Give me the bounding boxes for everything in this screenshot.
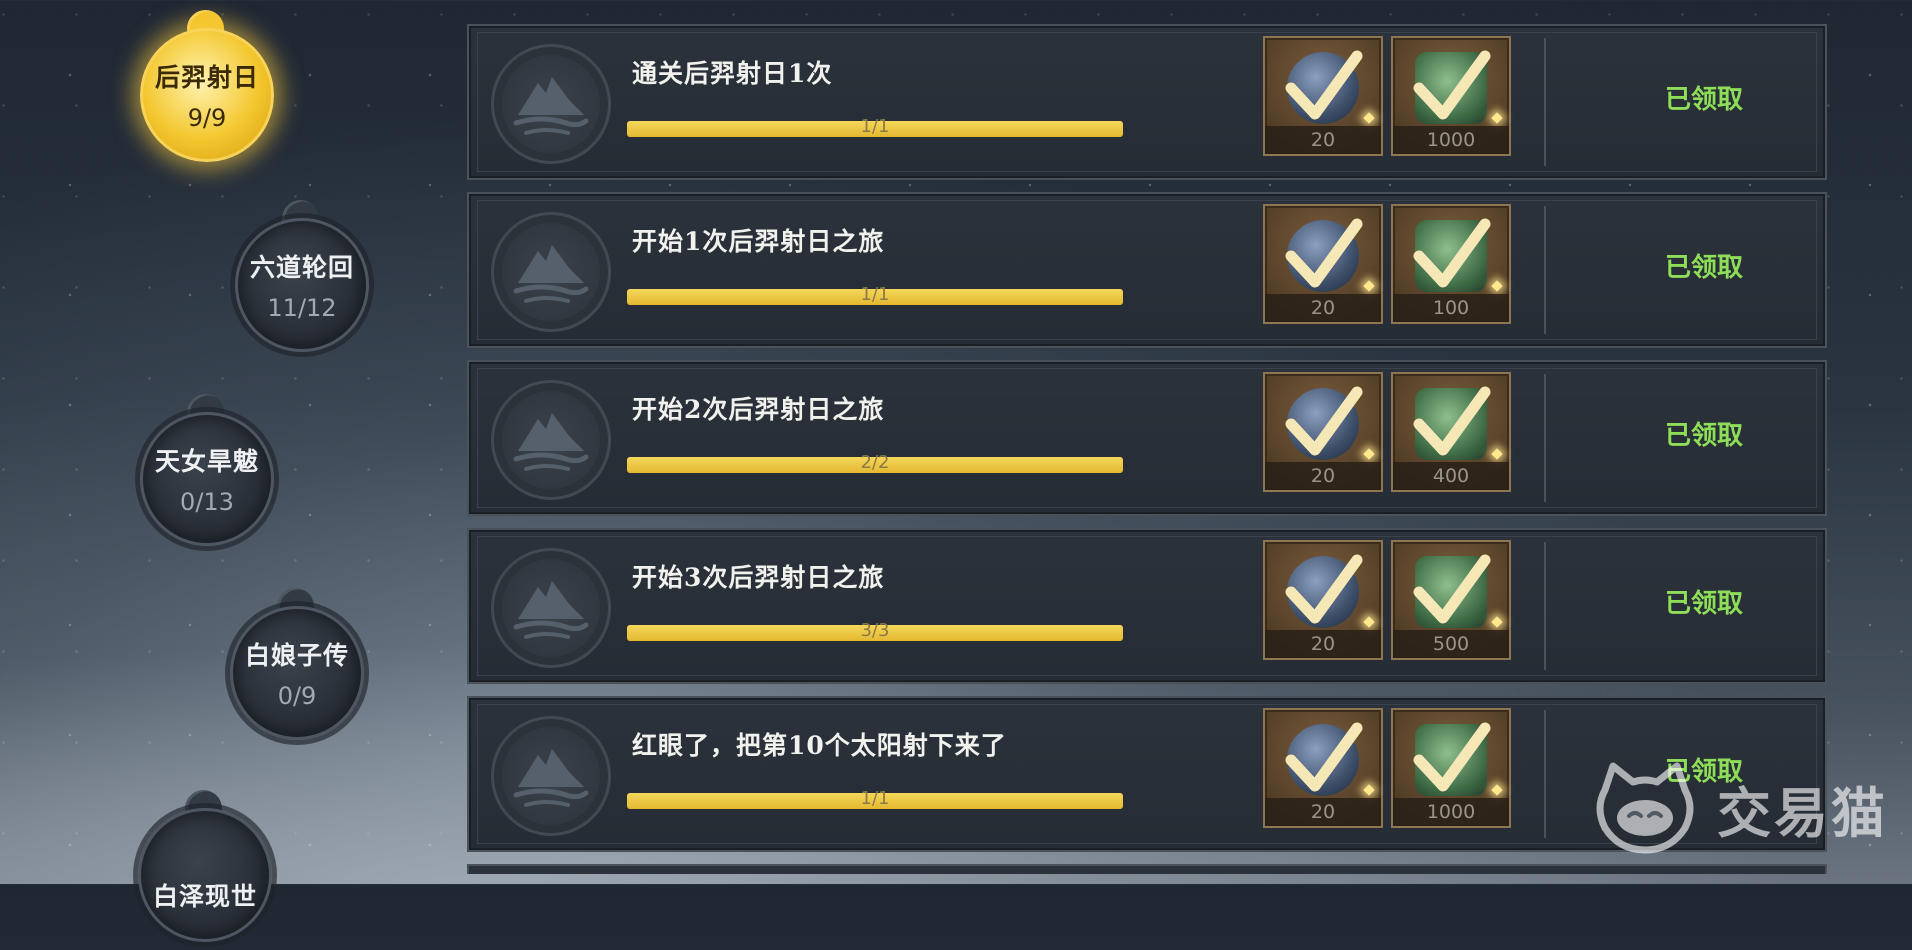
- check-icon: [1411, 720, 1491, 804]
- chapter-ring: [230, 606, 364, 740]
- sparkle-icon: [1363, 448, 1375, 460]
- reward-stone[interactable]: 20: [1263, 708, 1383, 828]
- reward-jade[interactable]: 1000: [1391, 708, 1511, 828]
- mountain-emblem-icon: [491, 548, 611, 668]
- check-icon: [1283, 384, 1363, 468]
- reward-amount: 20: [1265, 462, 1381, 490]
- task-title: 红眼了，把第10个太阳射下来了: [632, 731, 1007, 760]
- row-divider: [1544, 710, 1546, 838]
- reward-stone[interactable]: 20: [1263, 36, 1383, 156]
- task-row: 开始3次后羿射日之旅 3/3 20 500 已领取: [467, 528, 1827, 684]
- sparkle-icon: [1491, 448, 1503, 460]
- reward-amount: 20: [1265, 126, 1381, 154]
- progress-text: 3/3: [860, 620, 890, 641]
- reward-stone[interactable]: 20: [1263, 372, 1383, 492]
- task-title: 开始1次后羿射日之旅: [632, 227, 885, 256]
- sparkle-icon: [1491, 280, 1503, 292]
- watermark-text: 交易猫: [1717, 781, 1888, 845]
- chapter-count: 9/9: [187, 104, 227, 132]
- reward-jade[interactable]: 500: [1391, 540, 1511, 660]
- row-divider: [1544, 38, 1546, 166]
- progress-bar: 1/1: [627, 284, 1123, 305]
- check-icon: [1283, 720, 1363, 804]
- chapter-name: 后羿射日: [154, 63, 259, 92]
- mountain-emblem-icon: [491, 380, 611, 500]
- reward-amount: 1000: [1393, 126, 1509, 154]
- reward-jade[interactable]: 1000: [1391, 36, 1511, 156]
- row-divider: [1544, 542, 1546, 670]
- chapter-ring: [140, 28, 274, 162]
- claim-status[interactable]: 已领取: [1604, 194, 1804, 346]
- chapter-name: 天女旱魃: [154, 447, 259, 476]
- task-row: 通关后羿射日1次 1/1 20 1000 已领取: [467, 24, 1827, 180]
- reward-amount: 20: [1265, 798, 1381, 826]
- reward-jade[interactable]: 400: [1391, 372, 1511, 492]
- sparkle-icon: [1491, 112, 1503, 124]
- cat-logo-icon: [1591, 760, 1699, 856]
- chapter-count: 0/9: [277, 682, 317, 710]
- sparkle-icon: [1491, 784, 1503, 796]
- task-title: 开始3次后羿射日之旅: [632, 563, 885, 592]
- progress-bar: 1/1: [627, 788, 1123, 809]
- row-divider: [1544, 206, 1546, 334]
- check-icon: [1411, 216, 1491, 300]
- reward-amount: 100: [1393, 294, 1509, 322]
- chapter-name: 六道轮回: [249, 253, 354, 282]
- chapter-name: 白泽现世: [152, 882, 257, 911]
- check-icon: [1411, 384, 1491, 468]
- chapter-bainiangzi[interactable]: 白娘子传 0/9: [222, 580, 372, 748]
- sparkle-icon: [1363, 280, 1375, 292]
- check-icon: [1411, 48, 1491, 132]
- check-icon: [1283, 48, 1363, 132]
- mountain-emblem-icon: [491, 212, 611, 332]
- chapter-count: 0/13: [180, 488, 234, 516]
- progress-bar: 3/3: [627, 620, 1123, 641]
- chapter-baize[interactable]: 白泽现世: [130, 782, 280, 950]
- chapter-ring: [235, 218, 369, 352]
- chapter-houyi[interactable]: 后羿射日 9/9: [132, 2, 282, 170]
- progress-text: 1/1: [860, 116, 890, 137]
- check-icon: [1283, 216, 1363, 300]
- progress-text: 2/2: [860, 452, 890, 473]
- reward-amount: 20: [1265, 294, 1381, 322]
- progress-text: 1/1: [860, 284, 890, 305]
- reward-amount: 500: [1393, 630, 1509, 658]
- chapter-tiannv[interactable]: 天女旱魃 0/13: [132, 386, 282, 554]
- chapter-count: 11/12: [267, 294, 337, 322]
- progress-bar: 1/1: [627, 116, 1123, 137]
- task-row: 开始2次后羿射日之旅 2/2 20 400 已领取: [467, 360, 1827, 516]
- reward-jade[interactable]: 100: [1391, 204, 1511, 324]
- reward-amount: 400: [1393, 462, 1509, 490]
- chapter-liudao[interactable]: 六道轮回 11/12: [227, 192, 377, 360]
- chapter-name: 白娘子传: [244, 641, 349, 670]
- chapter-ring: [140, 412, 274, 546]
- task-title: 通关后羿射日1次: [632, 59, 833, 88]
- sparkle-icon: [1363, 112, 1375, 124]
- sparkle-icon: [1491, 616, 1503, 628]
- task-list[interactable]: 通关后羿射日1次 1/1 20 1000 已领取 开始1次后羿射日之旅 1/1: [467, 24, 1827, 874]
- sparkle-icon: [1363, 616, 1375, 628]
- chapter-ring: [138, 808, 272, 942]
- reward-stone[interactable]: 20: [1263, 540, 1383, 660]
- sparkle-icon: [1363, 784, 1375, 796]
- claim-status[interactable]: 已领取: [1604, 26, 1804, 178]
- task-row: 开始1次后羿射日之旅 1/1 20 100 已领取: [467, 192, 1827, 348]
- reward-amount: 1000: [1393, 798, 1509, 826]
- progress-bar: 2/2: [627, 452, 1123, 473]
- mountain-emblem-icon: [491, 716, 611, 836]
- reward-stone[interactable]: 20: [1263, 204, 1383, 324]
- claim-status[interactable]: 已领取: [1604, 530, 1804, 682]
- check-icon: [1283, 552, 1363, 636]
- watermark: 交易猫: [1591, 760, 1888, 856]
- row-divider: [1544, 374, 1546, 502]
- check-icon: [1411, 552, 1491, 636]
- task-title: 开始2次后羿射日之旅: [632, 395, 885, 424]
- progress-text: 1/1: [860, 788, 890, 809]
- mountain-emblem-icon: [491, 44, 611, 164]
- claim-status[interactable]: 已领取: [1604, 362, 1804, 514]
- next-row-edge: [467, 864, 1827, 874]
- reward-amount: 20: [1265, 630, 1381, 658]
